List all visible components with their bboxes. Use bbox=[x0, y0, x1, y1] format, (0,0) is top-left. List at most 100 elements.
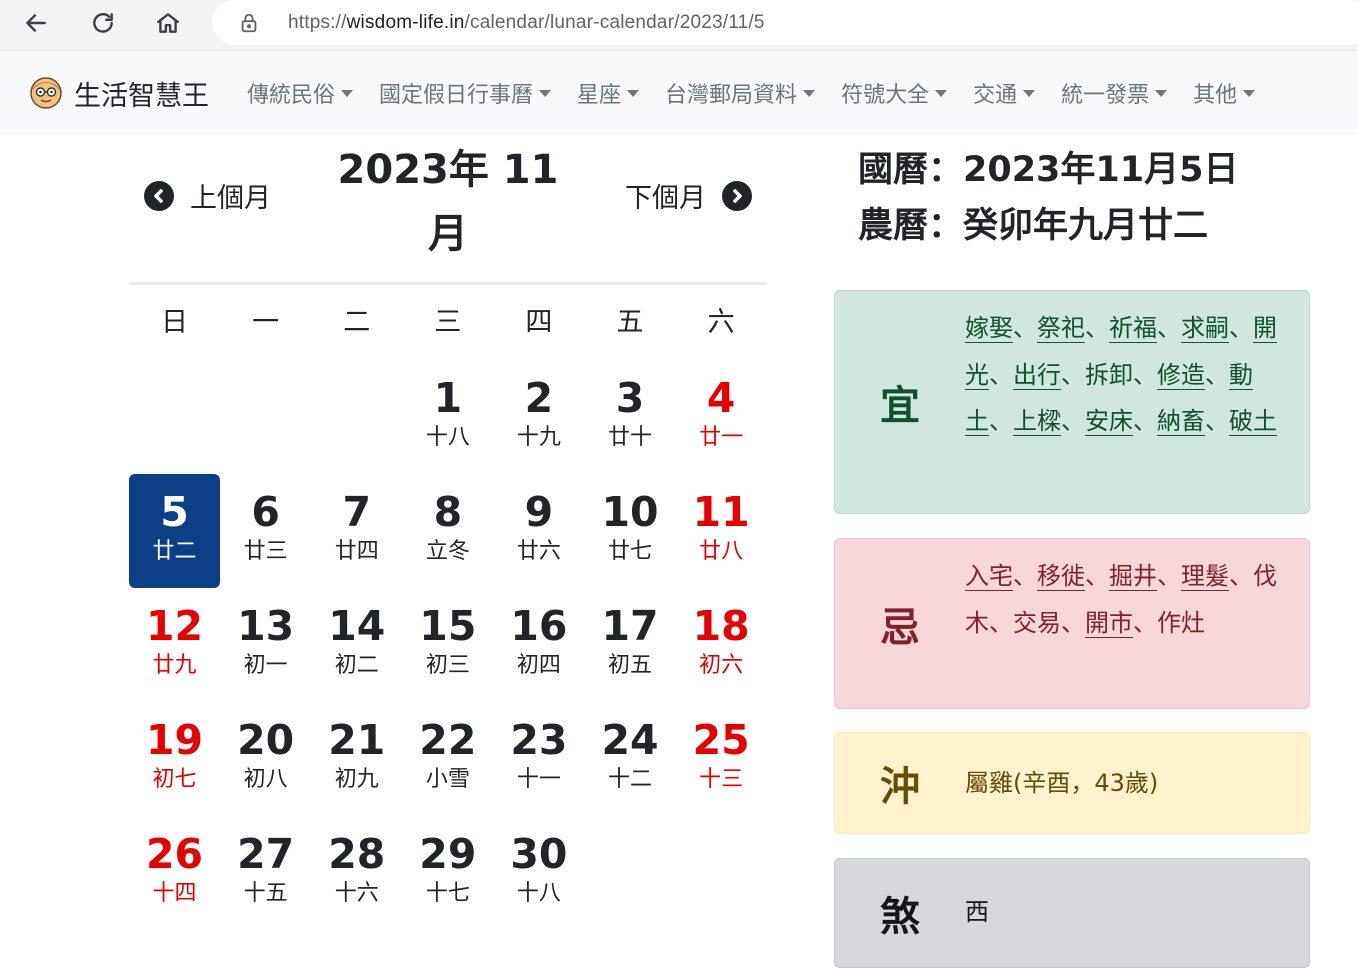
menu-symbols[interactable]: 符號大全 bbox=[841, 77, 948, 109]
separator: 、 bbox=[1229, 314, 1253, 342]
activity-link[interactable]: 修造 bbox=[1157, 360, 1205, 390]
caret-down-icon bbox=[1155, 89, 1168, 97]
calendar-day[interactable]: 1 十八 bbox=[402, 360, 493, 474]
caret-down-icon bbox=[935, 89, 948, 97]
month-navigation: 上個月 2023年 11 月 下個月 bbox=[130, 136, 766, 282]
activity-link[interactable]: 入宅 bbox=[965, 562, 1013, 591]
main-menu: 傳統民俗 國定假日行事曆 星座 台灣郵局資料 符號大全 交通 統一發票 其他 bbox=[247, 77, 1256, 109]
sha-text: 西 bbox=[965, 898, 989, 926]
menu-transport[interactable]: 交通 bbox=[973, 77, 1036, 109]
menu-traditional-customs[interactable]: 傳統民俗 bbox=[247, 77, 354, 109]
lunar-day: 十八 bbox=[516, 881, 561, 906]
day-number: 12 bbox=[146, 602, 204, 650]
calendar-grid: 1 十八 2 十九 3 廿十 4 廿一 5 廿二 6 廿三 7 廿四 8 立冬 9 廿六 10 廿七 11 廿八 12 廿九 1… bbox=[129, 360, 767, 930]
calendar-day[interactable]: 11 廿八 bbox=[676, 474, 767, 588]
menu-label: 星座 bbox=[577, 83, 622, 108]
weekday-label: 二 bbox=[343, 307, 371, 338]
prev-month-label: 上個月 bbox=[190, 183, 271, 214]
menu-holiday-calendar[interactable]: 國定假日行事曆 bbox=[379, 77, 552, 109]
back-button[interactable] bbox=[16, 5, 56, 41]
calendar-day[interactable]: 10 廿七 bbox=[584, 474, 675, 588]
brand-link[interactable]: 生活智慧王 bbox=[28, 74, 209, 113]
weekday-label: 三 bbox=[434, 307, 462, 338]
activity-link[interactable]: 移徙 bbox=[1037, 562, 1085, 591]
activity-link[interactable]: 上樑 bbox=[1013, 407, 1061, 436]
calendar-day[interactable]: 27 十五 bbox=[220, 816, 311, 930]
reload-icon bbox=[93, 13, 113, 33]
day-number: 1 bbox=[433, 374, 463, 422]
activity-link[interactable]: 安床 bbox=[1085, 407, 1133, 436]
month-title: 2023年 11 月 bbox=[337, 147, 559, 257]
calendar-day[interactable]: 28 十六 bbox=[311, 816, 402, 930]
calendar-day[interactable]: 4 廿一 bbox=[676, 360, 767, 474]
calendar-day[interactable]: 2 十九 bbox=[493, 360, 584, 474]
calendar-day[interactable]: 16 初四 bbox=[493, 588, 584, 702]
calendar-day[interactable]: 9 廿六 bbox=[493, 474, 584, 588]
calendar-day[interactable]: 8 立冬 bbox=[402, 474, 493, 588]
calendar-day[interactable]: 19 初七 bbox=[129, 702, 220, 816]
suitable-list: 嫁娶、祭祀、祈福、求嗣、開光、出行、拆卸、修造、動土、上樑、安床、納畜、破土 bbox=[965, 291, 1285, 513]
calendar-day[interactable]: 23 十一 bbox=[493, 702, 584, 816]
calendar-day[interactable]: 20 初八 bbox=[220, 702, 311, 816]
site-navbar: 生活智慧王 傳統民俗 國定假日行事曆 星座 台灣郵局資料 符號大全 交通 統一發… bbox=[0, 50, 1357, 135]
calendar-day[interactable]: 17 初五 bbox=[584, 588, 675, 702]
activity-link[interactable]: 祈福 bbox=[1109, 314, 1157, 343]
caret-down-icon bbox=[1243, 89, 1256, 97]
calendar-day[interactable]: 21 初九 bbox=[311, 702, 402, 816]
calendar-day[interactable]: 18 初六 bbox=[676, 588, 767, 702]
lunar-day: 十五 bbox=[243, 881, 288, 906]
prev-month-link[interactable]: 上個月 bbox=[144, 176, 271, 215]
activity-link[interactable]: 破土 bbox=[1229, 407, 1277, 436]
menu-other[interactable]: 其他 bbox=[1193, 77, 1256, 109]
calendar-day[interactable]: 29 十七 bbox=[402, 816, 493, 930]
separator: 、 bbox=[1061, 407, 1085, 435]
clash-label: 沖 bbox=[880, 764, 920, 810]
reload-button[interactable] bbox=[83, 5, 123, 41]
calendar-day[interactable]: 15 初三 bbox=[402, 588, 493, 702]
day-number: 14 bbox=[328, 602, 386, 650]
activity-text: 拆卸 bbox=[1085, 360, 1133, 389]
caret-down-icon bbox=[1023, 89, 1036, 97]
calendar-day[interactable]: 26 十四 bbox=[129, 816, 220, 930]
day-number: 16 bbox=[510, 602, 568, 650]
menu-label: 國定假日行事曆 bbox=[379, 83, 534, 108]
activity-link[interactable]: 掘井 bbox=[1109, 562, 1157, 591]
menu-post-office[interactable]: 台灣郵局資料 bbox=[665, 77, 816, 109]
address-bar[interactable]: https://wisdom-life.in/calendar/lunar-ca… bbox=[212, 0, 1357, 45]
calendar-day[interactable]: 22 小雪 bbox=[402, 702, 493, 816]
calendar-day-selected[interactable]: 5 廿二 bbox=[129, 474, 221, 588]
menu-zodiac[interactable]: 星座 bbox=[577, 77, 640, 109]
calendar-day[interactable]: 14 初二 bbox=[311, 588, 402, 702]
next-month-link[interactable]: 下個月 bbox=[625, 176, 752, 215]
calendar-day[interactable]: 3 廿十 bbox=[584, 360, 675, 474]
day-number: 6 bbox=[251, 488, 280, 536]
separator: 、 bbox=[989, 360, 1013, 389]
brand-logo-icon bbox=[30, 77, 62, 109]
calendar-day[interactable]: 7 廿四 bbox=[311, 474, 402, 588]
menu-label: 交通 bbox=[973, 83, 1018, 108]
calendar-day[interactable]: 30 十八 bbox=[493, 816, 584, 930]
separator: 、 bbox=[1205, 360, 1229, 389]
day-number: 21 bbox=[328, 716, 386, 764]
menu-invoice[interactable]: 統一發票 bbox=[1061, 77, 1168, 109]
lunar-day: 初九 bbox=[334, 767, 379, 792]
calendar-day[interactable]: 12 廿九 bbox=[129, 588, 220, 702]
calendar-day[interactable]: 6 廿三 bbox=[220, 474, 311, 588]
activity-link[interactable]: 理髮 bbox=[1181, 562, 1229, 591]
activity-link[interactable]: 求嗣 bbox=[1181, 314, 1229, 343]
calendar-day[interactable]: 25 十三 bbox=[676, 702, 767, 816]
calendar-day[interactable]: 24 十二 bbox=[584, 702, 675, 816]
home-button[interactable] bbox=[148, 5, 188, 41]
activity-link[interactable]: 嫁娶 bbox=[965, 314, 1013, 343]
chevron-left-circle-icon bbox=[144, 180, 174, 211]
activity-link[interactable]: 出行 bbox=[1013, 360, 1061, 390]
activity-link[interactable]: 祭祀 bbox=[1037, 314, 1085, 343]
sha-box: 煞 西 bbox=[834, 858, 1310, 968]
activity-link[interactable]: 開市 bbox=[1085, 608, 1133, 638]
url-prefix: https:// bbox=[288, 11, 347, 33]
day-number: 2 bbox=[524, 374, 554, 422]
clash-box: 沖 屬雞(辛酉，43歲) bbox=[834, 732, 1310, 834]
site-info-icon[interactable] bbox=[238, 12, 260, 34]
calendar-day[interactable]: 13 初一 bbox=[220, 588, 311, 702]
activity-link[interactable]: 納畜 bbox=[1157, 407, 1205, 436]
